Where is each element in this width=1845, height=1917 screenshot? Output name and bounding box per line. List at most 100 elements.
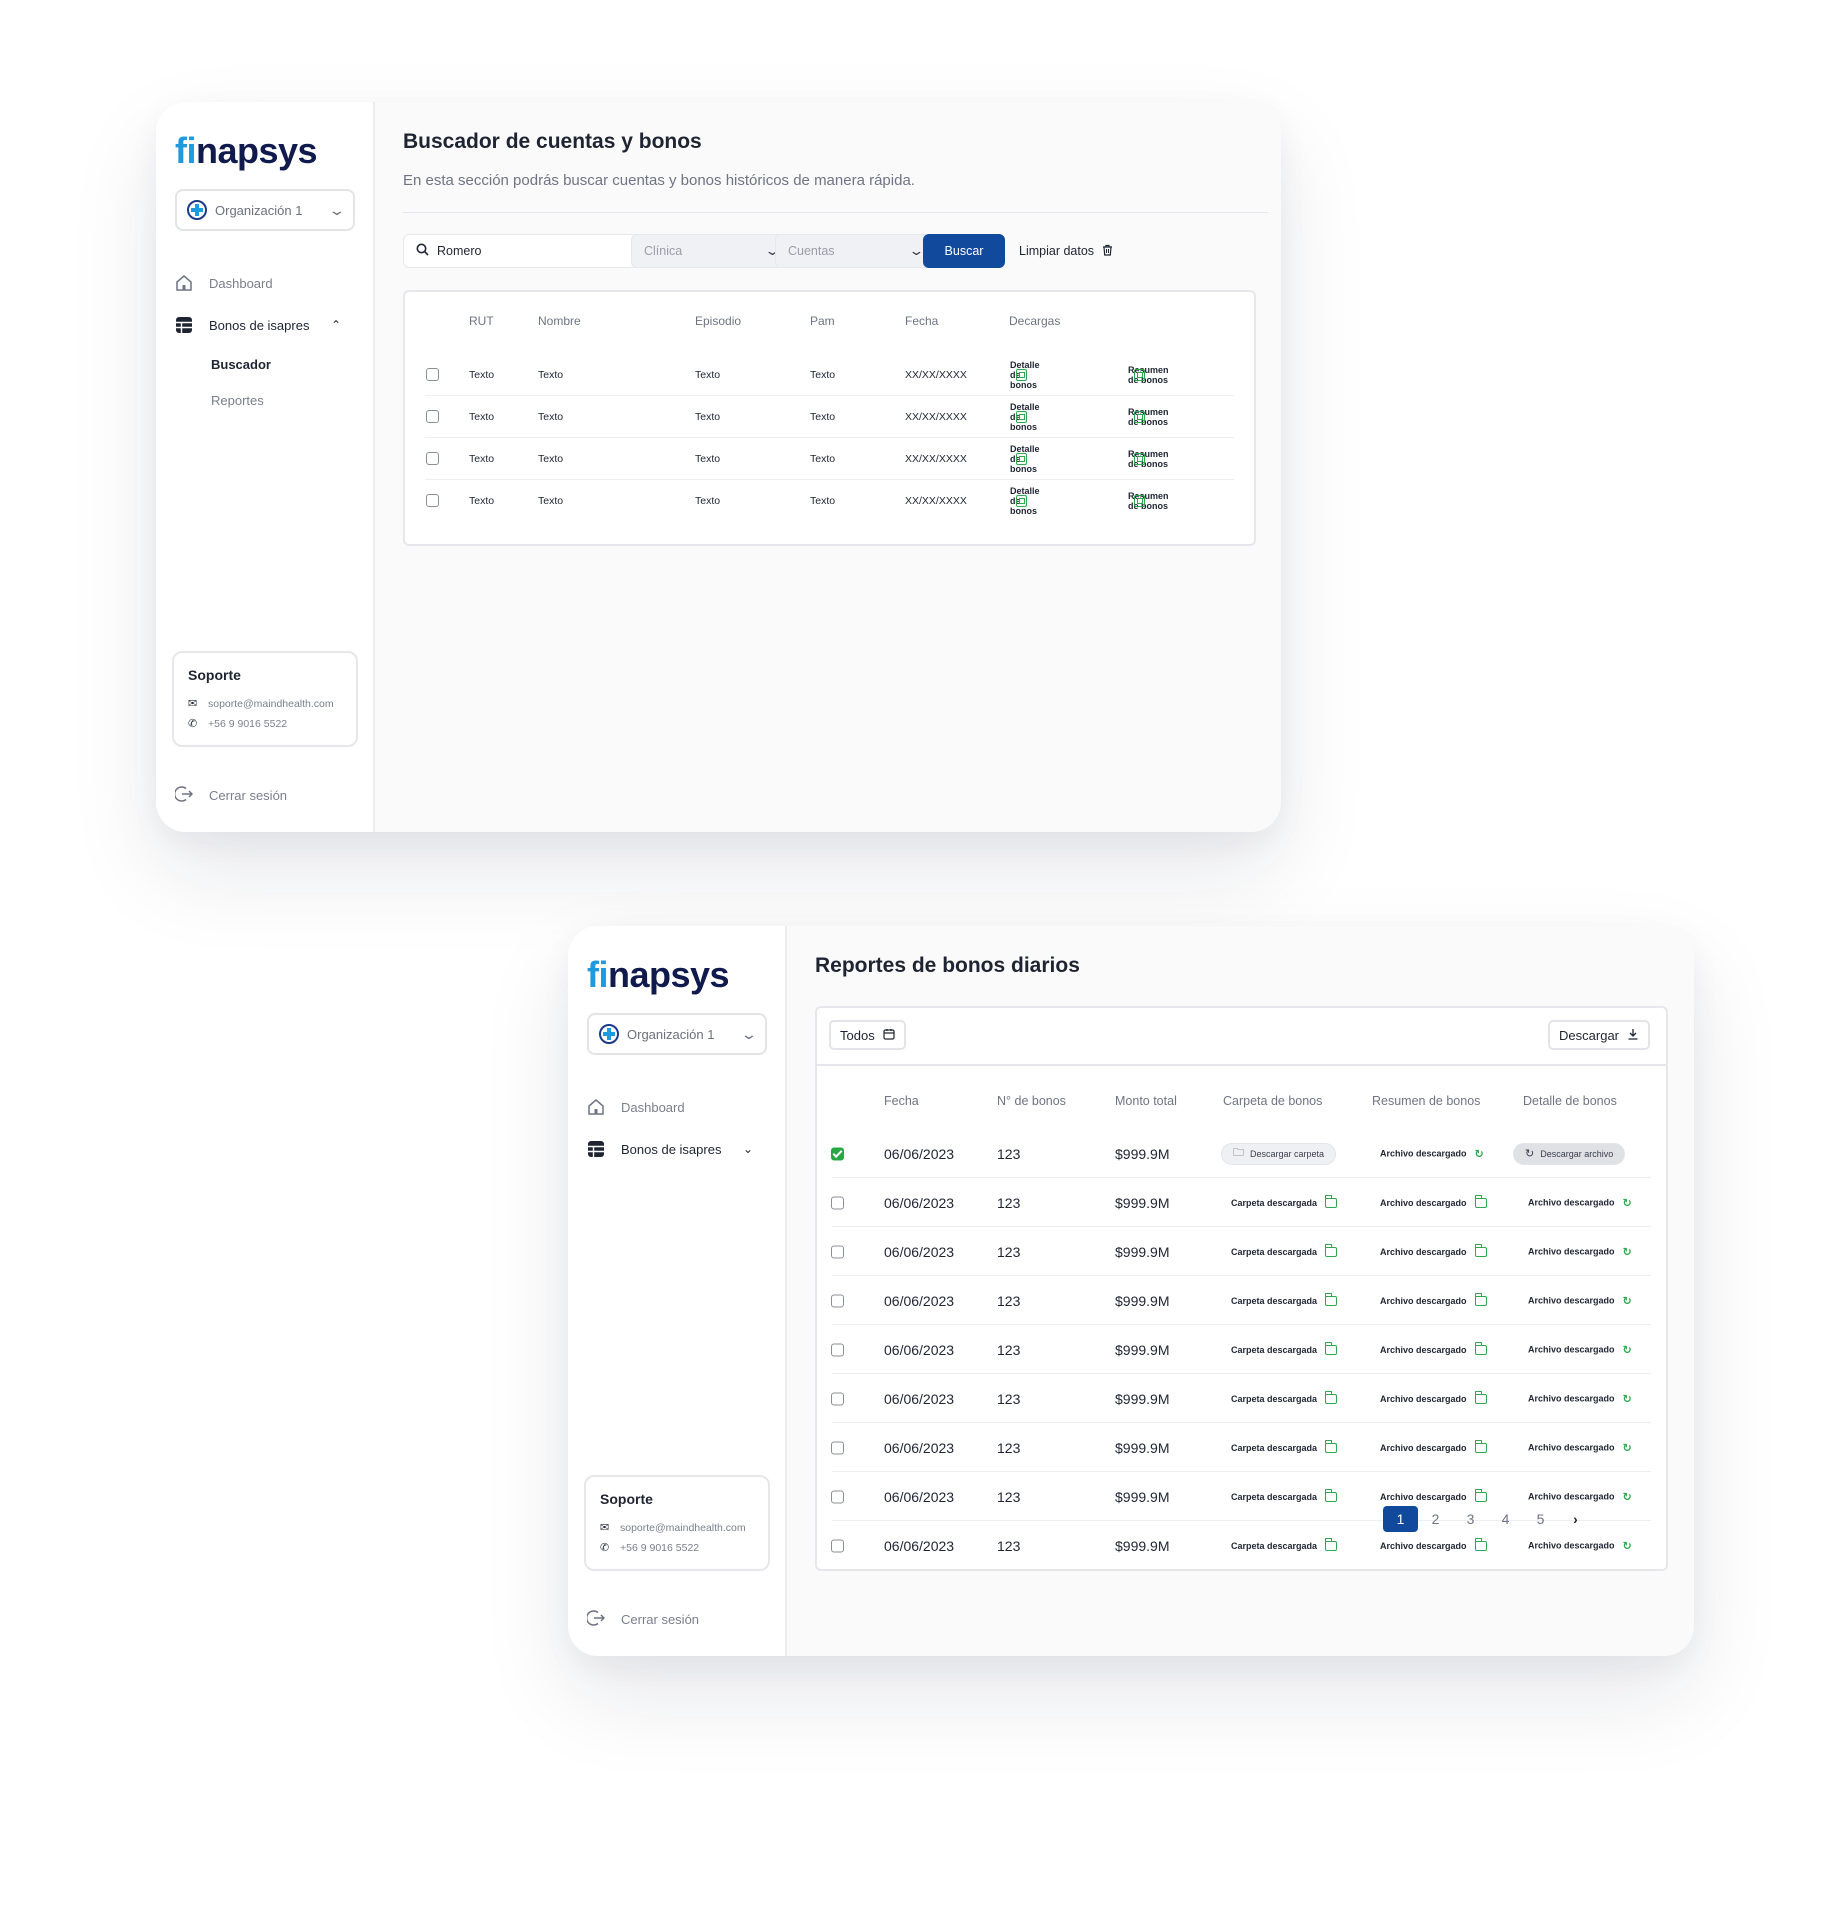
support-title: Soporte (600, 1491, 653, 1507)
mail-icon: ✉ (600, 1522, 610, 1534)
row-checkbox[interactable] (426, 452, 439, 465)
row-checkbox[interactable] (831, 1245, 844, 1258)
chevron-down-icon: ⌄ (328, 201, 346, 218)
folder-refresh-icon (1474, 1390, 1487, 1404)
detalle-descargado-link[interactable]: Archivo descargado ↻ (1528, 1196, 1632, 1209)
search-icon (416, 243, 429, 259)
organization-select[interactable]: Organización 1 ⌄ (175, 189, 355, 231)
detalle-descargado-link[interactable]: Archivo descargado ↻ (1528, 1441, 1632, 1454)
sidebar-item-buscador[interactable]: Buscador (175, 346, 355, 382)
resumen-descargado-link[interactable]: Archivo descargado ↻ (1380, 1147, 1484, 1160)
detalle-descargado-link[interactable]: Archivo descargado ↻ (1528, 1392, 1632, 1405)
page-4-button[interactable]: 4 (1488, 1506, 1523, 1532)
table-row: Texto Texto Texto Texto XX/XX/XXXX Detalle de… (405, 438, 1254, 480)
row-checkbox[interactable] (831, 1147, 844, 1160)
folder-refresh-icon (1325, 1243, 1338, 1257)
support-phone[interactable]: +56 9 9016 5522 (208, 718, 287, 730)
logout-button[interactable]: Cerrar sesión (173, 785, 287, 806)
descargar-carpeta-button[interactable]: 🗀 Descargar carpeta (1221, 1142, 1337, 1165)
descargar-archivo-button[interactable]: ↻ Descargar archivo (1513, 1142, 1626, 1165)
finapsys-logo[interactable]: finapsys (175, 130, 318, 172)
carpeta-descargada-link[interactable]: Carpeta descargada (1231, 1439, 1338, 1453)
resumen-descargado-link[interactable]: Archivo descargado (1380, 1194, 1487, 1208)
sidebar-item-dashboard[interactable]: Dashboard (587, 1086, 767, 1128)
sidebar-item-reportes[interactable]: Reportes (175, 382, 355, 418)
row-checkbox[interactable] (831, 1343, 844, 1356)
sidebar-item-bonos[interactable]: Bonos de isapres ⌃ (175, 304, 355, 346)
resumen-descargado-link[interactable]: Archivo descargado (1380, 1439, 1487, 1453)
carpeta-descargada-link[interactable]: Carpeta descargada (1231, 1390, 1338, 1404)
excel-icon (1134, 495, 1145, 507)
row-checkbox[interactable] (831, 1539, 844, 1552)
row-checkbox[interactable] (831, 1490, 844, 1503)
page-3-button[interactable]: 3 (1453, 1506, 1488, 1532)
descargar-button[interactable]: Descargar (1548, 1020, 1650, 1050)
carpeta-descargada-link[interactable]: Carpeta descargada (1231, 1243, 1338, 1257)
sidebar-item-bonos[interactable]: Bonos de isapres ⌄ (587, 1128, 767, 1170)
excel-icon (1134, 453, 1145, 465)
folder-refresh-icon (1325, 1537, 1338, 1551)
folder-icon: 🗀 (1233, 1147, 1244, 1159)
row-checkbox[interactable] (831, 1294, 844, 1307)
logout-icon (585, 1609, 609, 1630)
carpeta-descargada-link[interactable]: Carpeta descargada (1231, 1488, 1338, 1502)
limpiar-datos-button[interactable]: Limpiar datos (1019, 234, 1113, 268)
trash-icon (1102, 244, 1113, 259)
page-5-button[interactable]: 5 (1523, 1506, 1558, 1532)
organization-label: Organización 1 (627, 1026, 715, 1042)
support-email[interactable]: soporte@maindhealth.com (208, 698, 334, 710)
support-email[interactable]: soporte@maindhealth.com (620, 1522, 746, 1534)
resumen-descargado-link[interactable]: Archivo descargado (1380, 1488, 1487, 1502)
file-refresh-icon: ↻ (1525, 1148, 1535, 1160)
table-header: RUT Nombre Episodio Pam Fecha Decargas (469, 314, 1061, 328)
row-checkbox[interactable] (426, 494, 439, 507)
table-row: 06/06/2023 123 $999.9M Carpeta descargada Ar… (817, 1374, 1666, 1423)
support-card: Soporte ✉ soporte@maindhealth.com ✆ +56 9 … (172, 651, 358, 747)
support-phone[interactable]: +56 9 9016 5522 (620, 1542, 699, 1554)
sidebar-nav: Dashboard Bonos de isapres ⌃ Buscador Re… (175, 262, 355, 418)
organization-select[interactable]: Organización 1 ⌄ (587, 1013, 767, 1055)
row-checkbox[interactable] (831, 1392, 844, 1405)
folder-refresh-icon (1474, 1194, 1487, 1208)
carpeta-descargada-link[interactable]: Carpeta descargada (1231, 1341, 1338, 1355)
clinica-select[interactable]: Clínica ⌄ (631, 234, 791, 268)
resumen-descargado-link[interactable]: Archivo descargado (1380, 1537, 1487, 1551)
sidebar-item-dashboard[interactable]: Dashboard (175, 262, 355, 304)
organization-label: Organización 1 (215, 202, 303, 218)
calendar-icon (883, 1028, 895, 1043)
table-toolbar: Todos Descargar (817, 1008, 1666, 1066)
table-row: 06/06/2023 123 $999.9M Carpeta descargada Ar… (817, 1423, 1666, 1472)
page-1-button[interactable]: 1 (1383, 1506, 1418, 1532)
buscar-button[interactable]: Buscar (923, 234, 1005, 268)
refresh-icon: ↻ (1622, 1344, 1632, 1356)
todos-filter[interactable]: Todos (829, 1020, 906, 1050)
carpeta-descargada-link[interactable]: Carpeta descargada (1231, 1537, 1338, 1551)
resumen-descargado-link[interactable]: Archivo descargado (1380, 1243, 1487, 1257)
reports-window: finapsys Organización 1 ⌄ Dashboard Bono… (568, 926, 1694, 1656)
row-checkbox[interactable] (426, 368, 439, 381)
logout-button[interactable]: Cerrar sesión (585, 1609, 699, 1630)
page-2-button[interactable]: 2 (1418, 1506, 1453, 1532)
resumen-descargado-link[interactable]: Archivo descargado (1380, 1390, 1487, 1404)
detalle-descargado-link[interactable]: Archivo descargado ↻ (1528, 1490, 1632, 1503)
finapsys-logo[interactable]: finapsys (587, 954, 730, 996)
pagination: 12345 › (1383, 1506, 1593, 1532)
detalle-descargado-link[interactable]: Archivo descargado ↻ (1528, 1245, 1632, 1258)
folder-refresh-icon (1474, 1439, 1487, 1453)
reports-main: Reportes de bonos diarios Todos Descarga… (787, 926, 1694, 1656)
row-checkbox[interactable] (831, 1196, 844, 1209)
row-checkbox[interactable] (831, 1441, 844, 1454)
resumen-descargado-link[interactable]: Archivo descargado (1380, 1341, 1487, 1355)
next-page-button[interactable]: › (1558, 1506, 1593, 1532)
carpeta-descargada-link[interactable]: Carpeta descargada (1231, 1194, 1338, 1208)
carpeta-descargada-link[interactable]: Carpeta descargada (1231, 1292, 1338, 1306)
search-input[interactable]: Romero (403, 234, 643, 268)
detalle-descargado-link[interactable]: Archivo descargado ↻ (1528, 1343, 1632, 1356)
resumen-descargado-link[interactable]: Archivo descargado (1380, 1292, 1487, 1306)
table-icon (175, 316, 197, 334)
detalle-descargado-link[interactable]: Archivo descargado ↻ (1528, 1539, 1632, 1552)
row-checkbox[interactable] (426, 410, 439, 423)
detalle-descargado-link[interactable]: Archivo descargado ↻ (1528, 1294, 1632, 1307)
folder-refresh-icon (1474, 1341, 1487, 1355)
cuentas-select[interactable]: Cuentas ⌄ (775, 234, 935, 268)
